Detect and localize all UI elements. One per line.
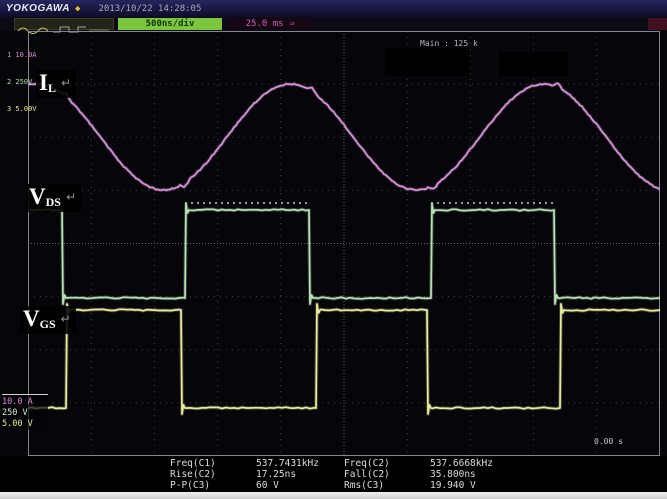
- channel3-scale: 5.00 V: [2, 419, 48, 430]
- channel-marker-3: 3 5.00V: [7, 105, 37, 114]
- channel1-scale: 10.0 A: [2, 397, 48, 408]
- meas-value: 537.7431kHz: [256, 458, 319, 469]
- status-toolbar: 500ns/div 25.0 ms ⇒: [0, 17, 667, 31]
- meas-label: Rms(C3): [344, 480, 384, 491]
- meas-value: 17.25ns: [256, 469, 296, 480]
- label-vgs-subscript: GS: [40, 317, 56, 331]
- label-vds-symbol: V: [29, 184, 46, 209]
- meas-value: 60 V: [256, 480, 279, 491]
- graticule-and-traces: [28, 31, 660, 456]
- return-mark-icon: ↵: [66, 190, 76, 204]
- label-vgs: VGS ↵: [20, 306, 76, 334]
- label-inductor-current: IL ↵: [36, 70, 76, 98]
- channel-scale-block: 10.0 A 250 V 5.00 V: [2, 394, 48, 430]
- return-mark-icon: ↵: [61, 76, 71, 90]
- bottom-border-strip: [0, 492, 667, 499]
- channel-marker-1: 1 10.0A: [7, 51, 37, 60]
- record-length-readout: Main : 125 k: [420, 39, 478, 48]
- return-mark-icon: ↵: [61, 312, 71, 326]
- channel2-scale: 250 V: [2, 408, 48, 419]
- brand-logo: YOKOGAWA: [6, 3, 70, 14]
- meas-label: P-P(C3): [170, 480, 210, 491]
- title-bar: YOKOGAWA ◆ 2013/10/22 14:28:05: [0, 0, 667, 17]
- meas-value: 537.6668kHz: [430, 458, 493, 469]
- measurement-panel: Freq(C1) 537.7431kHz Freq(C2) 537.6668kH…: [0, 456, 667, 492]
- meas-label: Freq(C2): [344, 458, 390, 469]
- label-il-subscript: L: [48, 81, 56, 95]
- meas-value: 35.800ns: [430, 469, 476, 480]
- label-vgs-symbol: V: [23, 306, 40, 331]
- acquisition-preview: [14, 18, 114, 30]
- time-position-readout: 0.00 s: [594, 437, 623, 446]
- meas-label: Rise(C2): [170, 469, 216, 480]
- oscilloscope-screen: YOKOGAWA ◆ 2013/10/22 14:28:05 500ns/div…: [0, 0, 667, 499]
- timebase-readout: 500ns/div: [118, 18, 222, 30]
- trigger-readout: 25.0 ms ⇒: [228, 18, 312, 30]
- label-il-symbol: I: [39, 70, 48, 95]
- label-vds: VDS ↵: [26, 184, 81, 212]
- brand-diamond-icon: ◆: [75, 4, 80, 14]
- datetime-readout: 2013/10/22 14:28:05: [98, 4, 201, 14]
- channel-marker-column: 1 10.0A 2 250V 3 5.00V: [7, 33, 37, 132]
- meas-label: Freq(C1): [170, 458, 216, 469]
- meas-value: 19.940 V: [430, 480, 476, 491]
- toolbar-end-block: [648, 18, 667, 30]
- channel-marker-2: 2 250V: [7, 78, 37, 87]
- meas-label: Fall(C2): [344, 469, 390, 480]
- label-vds-subscript: DS: [46, 195, 61, 209]
